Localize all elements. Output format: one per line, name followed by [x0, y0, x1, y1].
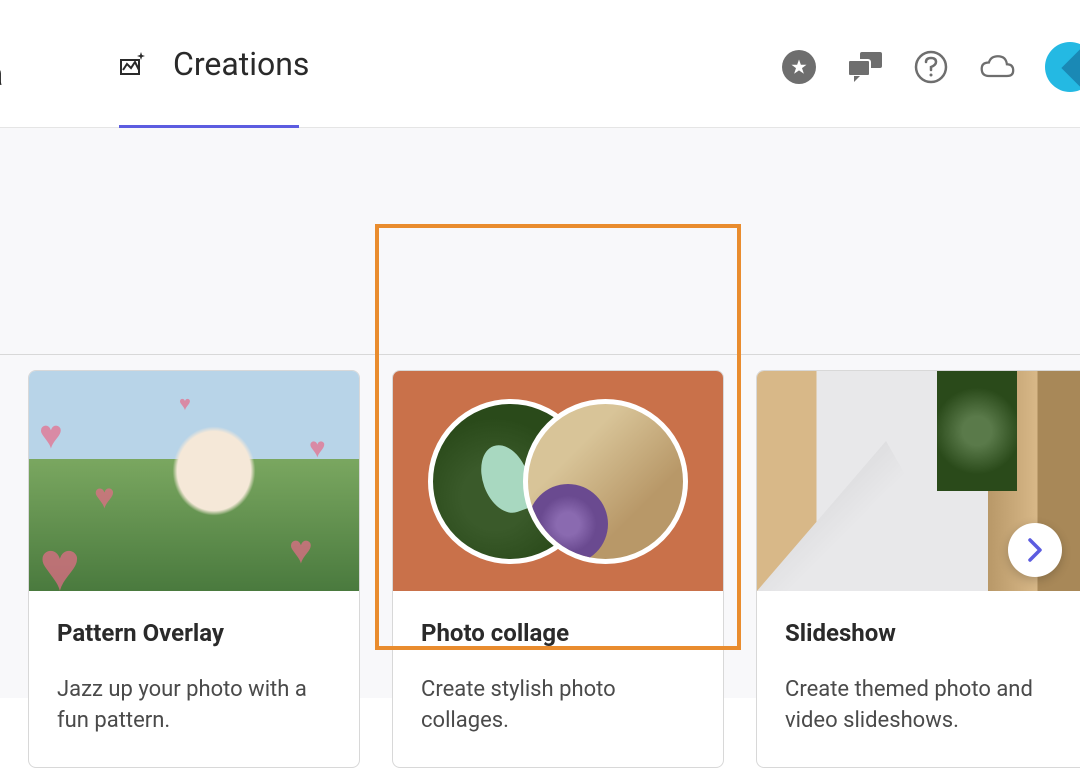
- content-area: ♥ ♥ ♥ ♥ ♥ ♥ Pattern Overlay Jazz up your…: [0, 128, 1080, 698]
- header-actions: [781, 42, 1080, 92]
- heart-icon: ♥: [39, 526, 81, 591]
- creations-sparkle-icon: [119, 50, 147, 78]
- heart-icon: ♥: [309, 431, 326, 464]
- creations-carousel: ♥ ♥ ♥ ♥ ♥ ♥ Pattern Overlay Jazz up your…: [0, 370, 1080, 768]
- card-photo-collage[interactable]: Photo collage Create stylish photo colla…: [392, 370, 724, 768]
- comments-button[interactable]: [847, 49, 883, 85]
- card-title: Photo collage: [421, 619, 695, 647]
- card-title: Slideshow: [785, 619, 1059, 647]
- app-header: dia Creations: [0, 0, 1080, 128]
- heart-icon: ♥: [39, 411, 63, 458]
- card-description: Create themed photo and video slideshows…: [785, 675, 1059, 737]
- trees-decoration: [937, 371, 1017, 491]
- card-description: Jazz up your photo with a fun pattern.: [57, 675, 331, 737]
- user-avatar[interactable]: [1045, 42, 1080, 92]
- tab-media-partial[interactable]: dia: [0, 55, 3, 93]
- card-thumbnail: ♥ ♥ ♥ ♥ ♥ ♥: [29, 371, 359, 591]
- question-circle-icon: [914, 50, 948, 84]
- card-pattern-overlay[interactable]: ♥ ♥ ♥ ♥ ♥ ♥ Pattern Overlay Jazz up your…: [28, 370, 360, 768]
- collage-circle-right: [523, 399, 688, 564]
- tab-creations[interactable]: Creations: [119, 45, 309, 131]
- tab-creations-label: Creations: [173, 45, 309, 83]
- cloud-icon: [979, 53, 1015, 81]
- card-thumbnail: [393, 371, 723, 591]
- chevron-right-icon: [1027, 537, 1043, 563]
- heart-icon: ♥: [94, 476, 115, 517]
- card-body: Pattern Overlay Jazz up your photo with …: [29, 591, 359, 767]
- star-icon: [782, 50, 816, 84]
- favorites-button[interactable]: [781, 49, 817, 85]
- card-body: Slideshow Create themed photo and video …: [757, 591, 1080, 767]
- help-button[interactable]: [913, 49, 949, 85]
- heart-icon: ♥: [179, 391, 191, 416]
- carousel-divider: [0, 354, 1080, 355]
- cloud-sync-button[interactable]: [979, 49, 1015, 85]
- heart-icon: ♥: [289, 526, 313, 573]
- card-description: Create stylish photo collages.: [421, 675, 695, 737]
- carousel-next-button[interactable]: [1008, 523, 1062, 577]
- card-body: Photo collage Create stylish photo colla…: [393, 591, 723, 767]
- speech-bubbles-icon: [847, 51, 883, 83]
- card-title: Pattern Overlay: [57, 619, 331, 647]
- collage-preview: [428, 399, 688, 564]
